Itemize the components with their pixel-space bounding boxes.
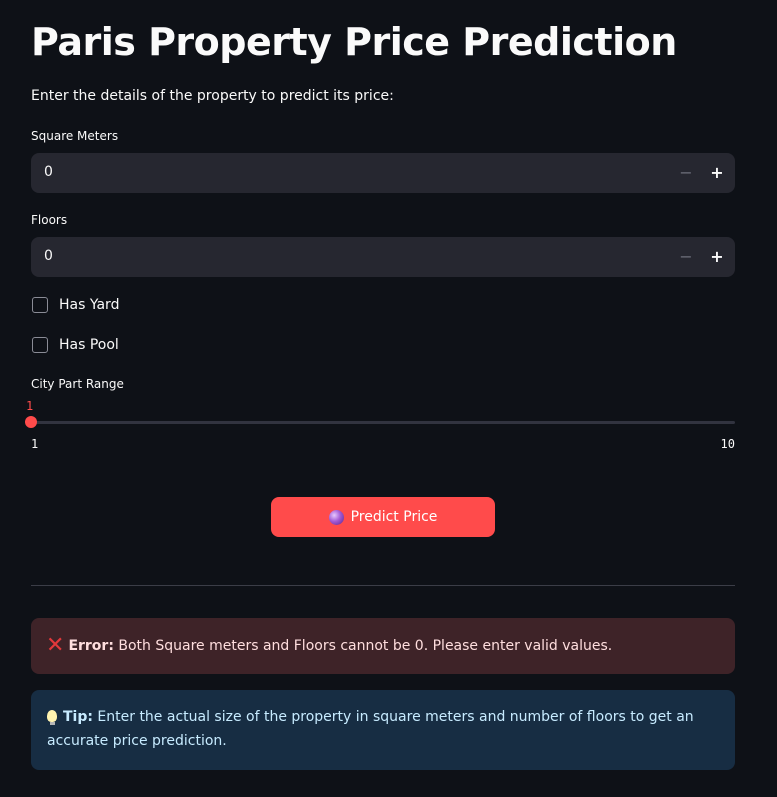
floors-increment-button[interactable]: +	[704, 245, 730, 269]
error-prefix: Error:	[68, 638, 114, 654]
square-meters-label: Square Meters	[31, 129, 119, 143]
has-yard-checkbox[interactable]	[32, 297, 48, 313]
floors-label: Floors	[31, 213, 68, 227]
floors-decrement-button[interactable]: −	[673, 245, 699, 269]
error-message: Error: Both Square meters and Floors can…	[68, 634, 612, 658]
square-meters-value[interactable]: 0	[44, 164, 53, 180]
slider-max-label: 10	[720, 437, 735, 451]
light-bulb-icon	[47, 710, 57, 725]
tip-prefix: Tip:	[63, 709, 93, 725]
divider	[31, 585, 735, 586]
error-alert: ✕ Error: Both Square meters and Floors c…	[31, 618, 735, 674]
city-part-range-label: City Part Range	[31, 377, 124, 391]
square-meters-input[interactable]: 0 − +	[31, 153, 735, 193]
crystal-ball-icon	[328, 509, 344, 525]
city-part-range-slider-thumb[interactable]	[25, 416, 37, 428]
square-meters-increment-button[interactable]: +	[704, 161, 730, 185]
floors-value[interactable]: 0	[44, 248, 53, 264]
has-pool-label[interactable]: Has Pool	[59, 337, 119, 353]
cross-mark-icon: ✕	[46, 633, 65, 658]
has-pool-checkbox[interactable]	[32, 337, 48, 353]
square-meters-decrement-button[interactable]: −	[673, 161, 699, 185]
has-pool-checkbox-row[interactable]: Has Pool	[31, 335, 119, 355]
tip-alert: Tip: Enter the actual size of the proper…	[31, 690, 735, 770]
slider-min-label: 1	[31, 437, 39, 451]
predict-price-button[interactable]: Predict Price	[271, 497, 495, 537]
intro-text: Enter the details of the property to pre…	[31, 88, 394, 104]
page-title: Paris Property Price Prediction	[31, 20, 677, 64]
slider-current-value: 1	[26, 399, 34, 413]
city-part-range-slider-track[interactable]	[31, 421, 735, 424]
has-yard-label[interactable]: Has Yard	[59, 297, 119, 313]
floors-input[interactable]: 0 − +	[31, 237, 735, 277]
predict-price-label: Predict Price	[350, 509, 438, 525]
tip-text: Enter the actual size of the property in…	[47, 709, 694, 749]
error-text: Both Square meters and Floors cannot be …	[113, 638, 613, 654]
has-yard-checkbox-row[interactable]: Has Yard	[31, 295, 119, 315]
